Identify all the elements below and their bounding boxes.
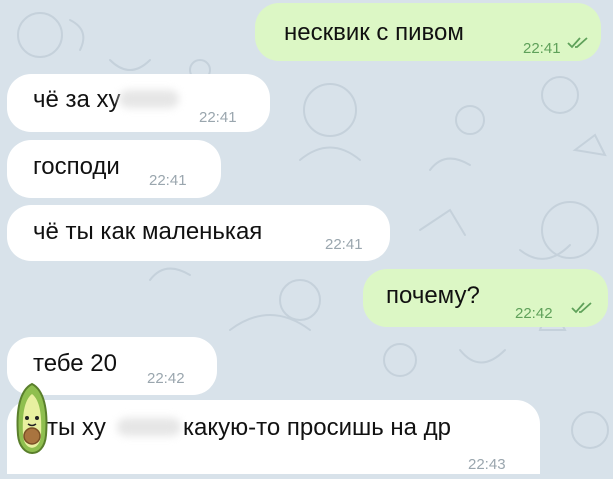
incoming-message[interactable]: а ты ху какую-то просишь на др 22:43 — [7, 400, 540, 474]
message-text: господи — [33, 153, 120, 180]
incoming-message[interactable]: чё ты как маленькая 22:41 — [7, 205, 390, 261]
message-time: 22:41 — [523, 40, 561, 57]
message-text-continued: какую-то просишь на др — [183, 414, 452, 441]
censored-blur — [117, 418, 181, 436]
message-time: 22:41 — [199, 109, 237, 126]
message-text: чё за ху — [33, 86, 121, 113]
message-time: 22:41 — [149, 172, 187, 189]
message-time: 22:41 — [325, 236, 363, 253]
incoming-message[interactable]: чё за ху 22:41 — [7, 74, 270, 132]
message-text: несквик с пивом — [284, 19, 464, 46]
message-text: чё ты как маленькая — [33, 218, 263, 245]
censored-blur — [119, 90, 179, 108]
avocado-sticker-icon — [16, 382, 48, 454]
message-time: 22:42 — [147, 370, 185, 387]
message-time: 22:43 — [468, 456, 506, 473]
outgoing-message[interactable]: почему? 22:42 — [363, 269, 608, 327]
message-text: почему? — [386, 282, 480, 309]
double-check-icon — [571, 302, 592, 314]
message-time: 22:42 — [515, 305, 553, 322]
double-check-icon — [567, 37, 588, 49]
incoming-message[interactable]: господи 22:41 — [7, 140, 221, 198]
outgoing-message[interactable]: несквик с пивом 22:41 — [255, 3, 601, 61]
message-text: тебе 20 — [33, 350, 117, 377]
